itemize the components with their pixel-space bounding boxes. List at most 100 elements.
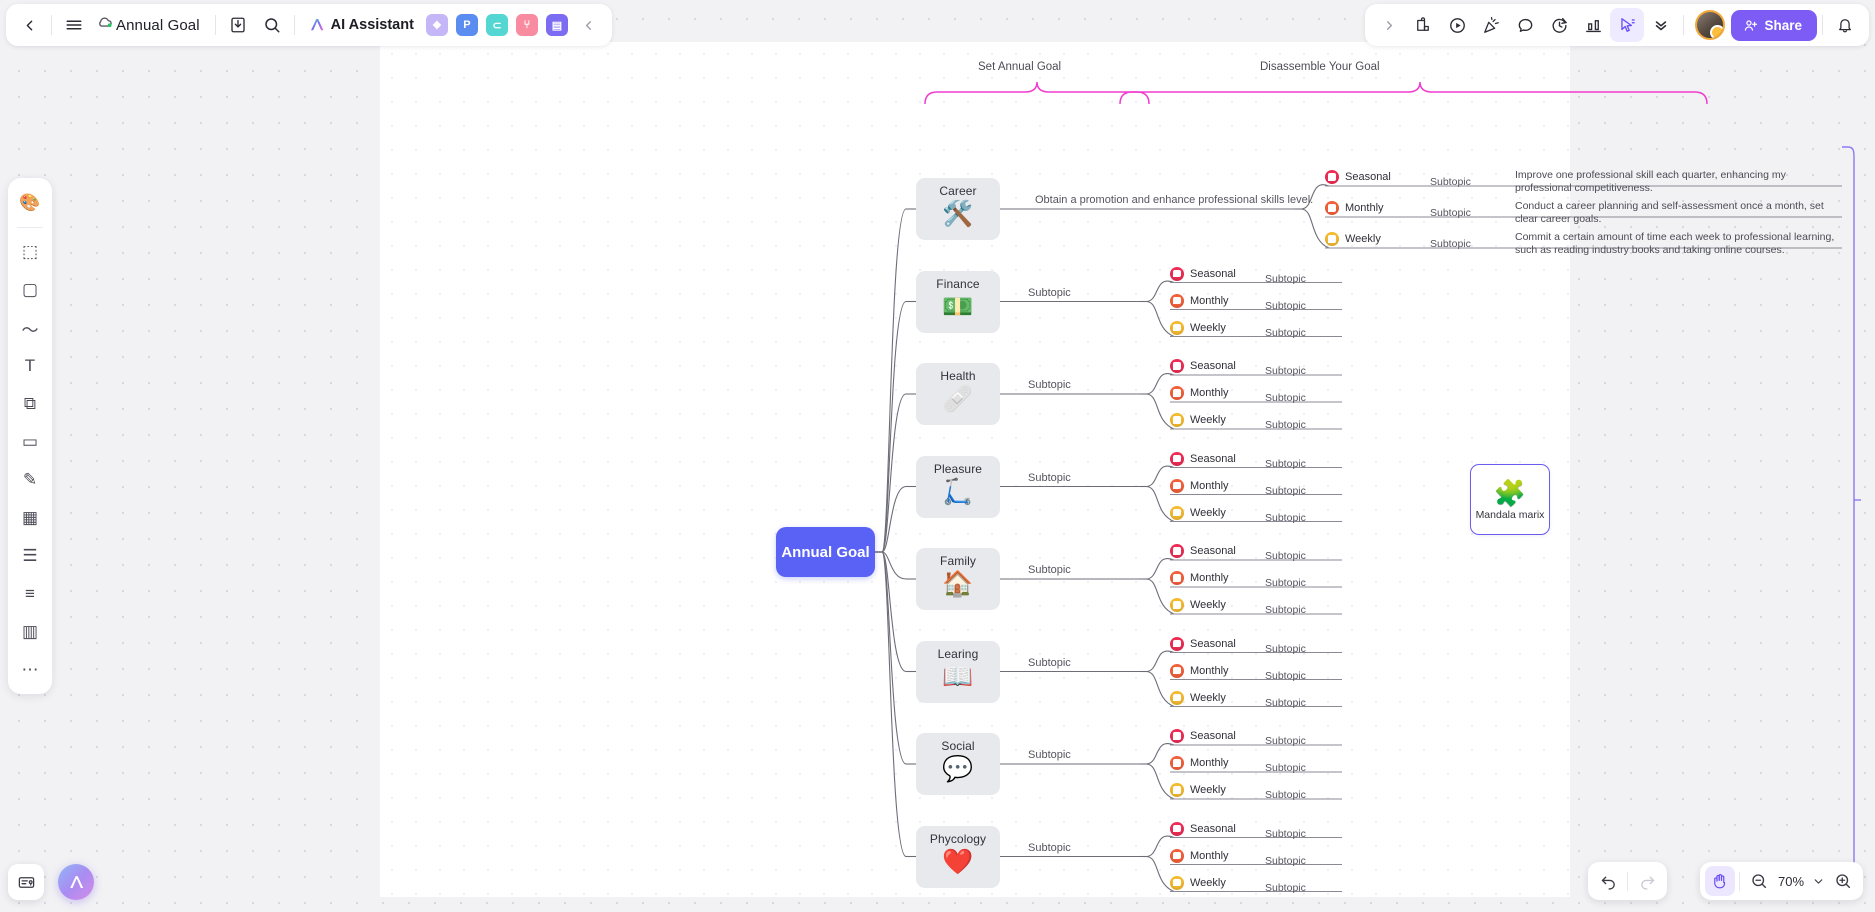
frame-tool[interactable]: ⬚ [12, 234, 48, 270]
branch-goal-label[interactable]: Obtain a promotion and enhance professio… [1035, 194, 1313, 206]
row-subtopic-label[interactable]: Subtopic [1265, 735, 1306, 747]
row-subtopic-label[interactable]: Subtopic [1265, 392, 1306, 404]
zoom-level-value[interactable]: 70% [1774, 874, 1808, 889]
branch-subtopic-label[interactable]: Subtopic [1028, 472, 1071, 484]
frequency-row-seasonal[interactable]: Seasonal [1170, 266, 1236, 281]
collapse-toolbar-button[interactable] [572, 8, 606, 42]
row-subtopic-label[interactable]: Subtopic [1430, 207, 1471, 219]
zoom-dropdown-button[interactable] [1808, 866, 1828, 896]
row-detail-text[interactable]: Conduct a career planning and self-asses… [1515, 200, 1837, 225]
cursor-select-button[interactable] [1610, 8, 1645, 42]
frequency-row-seasonal[interactable]: Seasonal [1325, 170, 1391, 184]
branch-node-health[interactable]: Health 🩹 [916, 363, 1000, 425]
row-detail-text[interactable]: Commit a certain amount of time each wee… [1515, 231, 1837, 256]
redo-button[interactable] [1632, 866, 1662, 896]
chart-button[interactable] [1576, 8, 1610, 42]
concept-map-app[interactable]: ⊂ [485, 14, 508, 36]
branch-node-finance[interactable]: Finance 💵 [916, 270, 1000, 333]
download-button[interactable] [221, 8, 255, 42]
row-subtopic-label[interactable]: Subtopic [1265, 365, 1306, 377]
frequency-row-weekly[interactable]: Weekly [1170, 505, 1226, 520]
sticky-note-tool[interactable]: ▭ [12, 424, 48, 460]
text-tool[interactable]: T [12, 348, 48, 384]
document-tool[interactable]: ☰ [12, 538, 48, 574]
row-subtopic-label[interactable]: Subtopic [1265, 697, 1306, 709]
branch-subtopic-label[interactable]: Subtopic [1028, 287, 1071, 299]
row-subtopic-label[interactable]: Subtopic [1265, 789, 1306, 801]
row-subtopic-label[interactable]: Subtopic [1265, 273, 1306, 285]
branch-node-career[interactable]: Career 🛠️ [916, 178, 1000, 240]
row-subtopic-label[interactable]: Subtopic [1265, 485, 1306, 497]
row-subtopic-label[interactable]: Subtopic [1430, 238, 1471, 250]
row-subtopic-label[interactable]: Subtopic [1265, 828, 1306, 840]
frequency-row-monthly[interactable]: Monthly [1170, 478, 1229, 493]
branch-node-family[interactable]: Family 🏠 [916, 548, 1000, 610]
present-button[interactable] [1440, 8, 1474, 42]
back-button[interactable] [12, 8, 46, 42]
comment-button[interactable] [1508, 8, 1542, 42]
expand-toolbar-button[interactable] [1372, 8, 1406, 42]
template-library-button[interactable] [8, 864, 44, 900]
frequency-row-seasonal[interactable]: Seasonal [1170, 359, 1236, 373]
branch-subtopic-label[interactable]: Subtopic [1028, 842, 1071, 854]
row-subtopic-label[interactable]: Subtopic [1265, 762, 1306, 774]
frequency-row-weekly[interactable]: Weekly [1170, 320, 1226, 335]
row-subtopic-label[interactable]: Subtopic [1265, 670, 1306, 682]
outline-tool[interactable]: ≡ [12, 576, 48, 612]
frequency-row-monthly[interactable]: Monthly [1325, 201, 1384, 215]
frequency-row-weekly[interactable]: Weekly [1170, 413, 1226, 427]
mindmap-canvas[interactable]: Annual Goal Set Annual Goal Disassemble … [380, 42, 1861, 897]
row-detail-text[interactable]: Improve one professional skill each quar… [1515, 169, 1837, 194]
row-subtopic-label[interactable]: Subtopic [1265, 855, 1306, 867]
branch-subtopic-label[interactable]: Subtopic [1028, 564, 1071, 576]
frequency-row-weekly[interactable]: Weekly [1325, 232, 1381, 246]
layout-columns-tool[interactable]: ▥ [12, 614, 48, 650]
row-subtopic-label[interactable]: Subtopic [1265, 300, 1306, 312]
sticky-lock-button[interactable] [1406, 8, 1440, 42]
frequency-row-seasonal[interactable]: Seasonal [1170, 636, 1236, 651]
row-subtopic-label[interactable]: Subtopic [1265, 643, 1306, 655]
branch-node-phycology[interactable]: Phycology ❤️ [916, 825, 1000, 888]
theme-palette-tool[interactable]: 🎨 [12, 185, 48, 221]
connector-tool[interactable]: ⧉ [12, 386, 48, 422]
frequency-row-seasonal[interactable]: Seasonal [1170, 821, 1236, 836]
frequency-row-monthly[interactable]: Monthly [1170, 293, 1229, 308]
zoom-in-button[interactable] [1828, 866, 1858, 896]
row-subtopic-label[interactable]: Subtopic [1265, 512, 1306, 524]
more-options-button[interactable] [1644, 8, 1678, 42]
presentation-app[interactable]: P [455, 14, 478, 36]
zoom-out-button[interactable] [1744, 866, 1774, 896]
mindmap-root-node[interactable]: Annual Goal [776, 527, 875, 577]
branch-subtopic-label[interactable]: Subtopic [1028, 749, 1071, 761]
undo-button[interactable] [1593, 866, 1623, 896]
frequency-row-monthly[interactable]: Monthly [1170, 848, 1229, 863]
pen-draw-tool[interactable]: ✎ [12, 462, 48, 498]
row-subtopic-label[interactable]: Subtopic [1265, 458, 1306, 470]
search-button[interactable] [255, 8, 289, 42]
share-button[interactable]: Share [1731, 9, 1817, 41]
branch-node-learing[interactable]: Learing 📖 [916, 640, 1000, 703]
notifications-button[interactable] [1828, 8, 1862, 42]
row-subtopic-label[interactable]: Subtopic [1265, 882, 1306, 894]
frequency-row-seasonal[interactable]: Seasonal [1170, 544, 1236, 558]
frequency-row-monthly[interactable]: Monthly [1170, 571, 1229, 585]
row-subtopic-label[interactable]: Subtopic [1430, 176, 1471, 188]
more-tools[interactable]: ⋯ [12, 652, 48, 688]
frequency-row-weekly[interactable]: Weekly [1170, 783, 1226, 797]
row-subtopic-label[interactable]: Subtopic [1265, 604, 1306, 616]
curve-line-tool[interactable]: 〜 [12, 310, 48, 346]
frequency-row-monthly[interactable]: Monthly [1170, 663, 1229, 678]
row-subtopic-label[interactable]: Subtopic [1265, 419, 1306, 431]
branch-subtopic-label[interactable]: Subtopic [1028, 379, 1071, 391]
frequency-row-seasonal[interactable]: Seasonal [1170, 729, 1236, 743]
row-subtopic-label[interactable]: Subtopic [1265, 327, 1306, 339]
image-app[interactable]: ❖ [425, 14, 448, 36]
branch-subtopic-label[interactable]: Subtopic [1028, 657, 1071, 669]
avatar[interactable] [1695, 10, 1726, 40]
table-tool[interactable]: ▦ [12, 500, 48, 536]
hand-pan-button[interactable] [1705, 866, 1735, 896]
row-subtopic-label[interactable]: Subtopic [1265, 577, 1306, 589]
frequency-row-monthly[interactable]: Monthly [1170, 756, 1229, 770]
row-subtopic-label[interactable]: Subtopic [1265, 550, 1306, 562]
frequency-row-weekly[interactable]: Weekly [1170, 875, 1226, 890]
